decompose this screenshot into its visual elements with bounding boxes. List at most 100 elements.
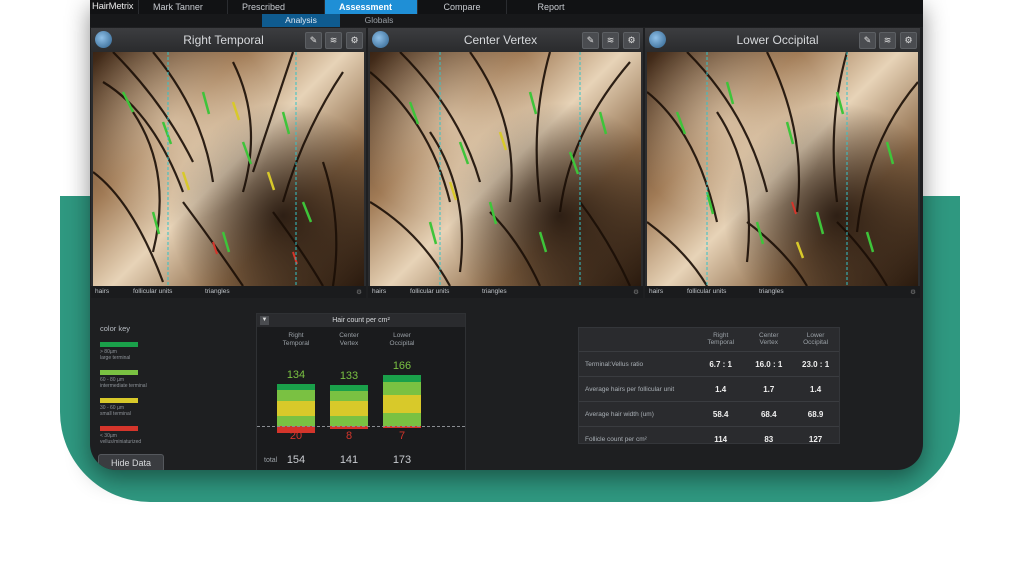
tab-analysis[interactable]: Analysis bbox=[262, 14, 340, 27]
swatch-label: < 30µm vellus/miniaturized bbox=[100, 433, 142, 445]
panel-title: Lower Occipital bbox=[736, 33, 819, 47]
row-value: 58.4 bbox=[696, 401, 746, 427]
swatch-vellus bbox=[100, 426, 138, 431]
panel-header: Right Temporal ✎ ≋ ⚙ bbox=[91, 28, 366, 52]
row-label: Terminal:Vellus ratio bbox=[579, 351, 696, 377]
hair-overlay bbox=[647, 52, 918, 286]
table-row: Terminal:Vellus ratio 6.7 : 1 16.0 : 1 2… bbox=[579, 351, 839, 377]
panel-header: Center Vertex ✎ ≋ ⚙ bbox=[368, 28, 643, 52]
app-logo: HairMetrix bbox=[92, 1, 134, 12]
row-value: 68.9 bbox=[792, 401, 839, 427]
panel-center-vertex: Center Vertex ✎ ≋ ⚙ hairs follicular uni… bbox=[368, 28, 643, 298]
gear-icon[interactable]: ⚙ bbox=[356, 288, 362, 296]
chart-header: ▼ Hair count per cm² bbox=[257, 314, 465, 327]
row-value: 1.4 bbox=[792, 376, 839, 402]
nav-compare[interactable]: Compare bbox=[417, 0, 506, 14]
terminal-bar-segment bbox=[383, 381, 421, 396]
vellus-count: 20 bbox=[289, 430, 303, 442]
hair-overlay bbox=[93, 52, 344, 286]
row-value: 114 bbox=[696, 426, 746, 451]
terminal-count: 166 bbox=[392, 359, 412, 372]
table-row: Average hair width (um) 58.4 68.4 68.9 bbox=[579, 401, 839, 427]
terminal-count: 134 bbox=[286, 369, 306, 382]
row-label: Average hairs per follicular unit bbox=[579, 376, 696, 402]
panel-lower-occipital: Lower Occipital ✎ ≋ ⚙ hairs follicular u… bbox=[645, 28, 920, 298]
scalp-image[interactable] bbox=[370, 52, 641, 286]
scalp-image[interactable] bbox=[93, 52, 364, 286]
collapse-icon[interactable]: ▼ bbox=[260, 316, 269, 325]
total-count: 173 bbox=[392, 454, 412, 466]
swatch-label: 60 - 80 µm intermediate terminal bbox=[100, 377, 147, 389]
triangles-toggle[interactable]: triangles bbox=[759, 288, 784, 295]
hairs-toggle[interactable]: hairs bbox=[95, 288, 109, 295]
hairs-toggle[interactable]: hairs bbox=[649, 288, 663, 295]
tab-globals[interactable]: Globals bbox=[340, 14, 418, 27]
terminal-bar-segment bbox=[383, 374, 421, 382]
top-navigation: HairMetrix Mark Tanner Prescribed Captur… bbox=[90, 0, 923, 26]
settings-icon[interactable]: ⚙ bbox=[346, 32, 363, 49]
terminal-count: 133 bbox=[339, 369, 359, 382]
follicular-units-toggle[interactable]: follicular units bbox=[133, 288, 172, 295]
swatch-label: 30 - 60 µm small terminal bbox=[100, 405, 131, 417]
scalp-image[interactable] bbox=[647, 52, 918, 286]
hair-overlay bbox=[370, 52, 632, 286]
swatch-large-terminal bbox=[100, 342, 138, 347]
swatch-intermediate-terminal bbox=[100, 370, 138, 375]
row-value: 1.4 bbox=[696, 376, 746, 402]
edit-icon[interactable]: ✎ bbox=[305, 32, 322, 49]
row-value: 23.0 : 1 bbox=[792, 351, 839, 377]
follicular-units-toggle[interactable]: follicular units bbox=[410, 288, 449, 295]
nav-report[interactable]: Report bbox=[506, 0, 595, 14]
hair-analysis-icon[interactable]: ≋ bbox=[602, 32, 619, 49]
table-row: Average hairs per follicular unit 1.4 1.… bbox=[579, 376, 839, 402]
panel-footer: hairs follicular units triangles ⚙ bbox=[91, 286, 366, 298]
nav-patient-name[interactable]: Mark Tanner bbox=[138, 0, 227, 14]
terminal-bar-segment bbox=[277, 415, 315, 426]
row-value: 6.7 : 1 bbox=[696, 351, 746, 377]
color-key: color key > 80µm large terminal 60 - 80 µ… bbox=[100, 324, 170, 445]
settings-icon[interactable]: ⚙ bbox=[900, 32, 917, 49]
hair-analysis-icon[interactable]: ≋ bbox=[325, 32, 342, 49]
chart-column-label: Center Vertex bbox=[339, 332, 359, 347]
follicular-units-toggle[interactable]: follicular units bbox=[687, 288, 726, 295]
edit-icon[interactable]: ✎ bbox=[859, 32, 876, 49]
panel-footer: hairs follicular units triangles ⚙ bbox=[368, 286, 643, 298]
vellus-count: 7 bbox=[398, 430, 406, 442]
chart-column-label: Right Temporal bbox=[282, 332, 310, 347]
baseline bbox=[257, 426, 465, 427]
sub-navigation: Analysis Globals bbox=[90, 14, 923, 27]
triangles-toggle[interactable]: triangles bbox=[205, 288, 230, 295]
hair-analysis-icon[interactable]: ≋ bbox=[879, 32, 896, 49]
row-value: 68.4 bbox=[745, 401, 793, 427]
settings-icon[interactable]: ⚙ bbox=[623, 32, 640, 49]
chart-title: Hair count per cm² bbox=[332, 317, 390, 324]
nav-assessment[interactable]: Assessment bbox=[324, 0, 417, 14]
color-key-title: color key bbox=[100, 324, 131, 333]
terminal-bar-segment bbox=[330, 415, 368, 426]
edit-icon[interactable]: ✎ bbox=[582, 32, 599, 49]
row-value: 127 bbox=[792, 426, 839, 451]
total-count: 141 bbox=[339, 454, 359, 466]
head-icon[interactable] bbox=[372, 31, 389, 48]
row-value: 16.0 : 1 bbox=[745, 351, 793, 377]
vellus-count: 8 bbox=[345, 430, 353, 442]
total-label: total bbox=[264, 457, 278, 464]
terminal-bar-segment bbox=[383, 413, 421, 426]
hairs-toggle[interactable]: hairs bbox=[372, 288, 386, 295]
panel-header: Lower Occipital ✎ ≋ ⚙ bbox=[645, 28, 920, 52]
hide-data-button[interactable]: Hide Data bbox=[98, 454, 164, 470]
stats-table: Right Temporal Center Vertex Lower Occipita… bbox=[578, 327, 840, 451]
gear-icon[interactable]: ⚙ bbox=[910, 288, 916, 296]
terminal-bar-segment bbox=[330, 390, 368, 402]
col-header: Center Vertex bbox=[759, 332, 779, 346]
app-window: HairMetrix Mark Tanner Prescribed Captur… bbox=[90, 0, 923, 470]
nav-prescribed-capture[interactable]: Prescribed Capture bbox=[227, 0, 324, 26]
triangles-toggle[interactable]: triangles bbox=[482, 288, 507, 295]
row-label: Average hair width (um) bbox=[579, 401, 696, 427]
gear-icon[interactable]: ⚙ bbox=[633, 288, 639, 296]
table-row: Follicle count per cm² 114 83 127 bbox=[579, 426, 839, 451]
row-value: 83 bbox=[745, 426, 793, 451]
head-icon[interactable] bbox=[649, 31, 666, 48]
terminal-bar-segment bbox=[330, 401, 368, 416]
head-icon[interactable] bbox=[95, 31, 112, 48]
